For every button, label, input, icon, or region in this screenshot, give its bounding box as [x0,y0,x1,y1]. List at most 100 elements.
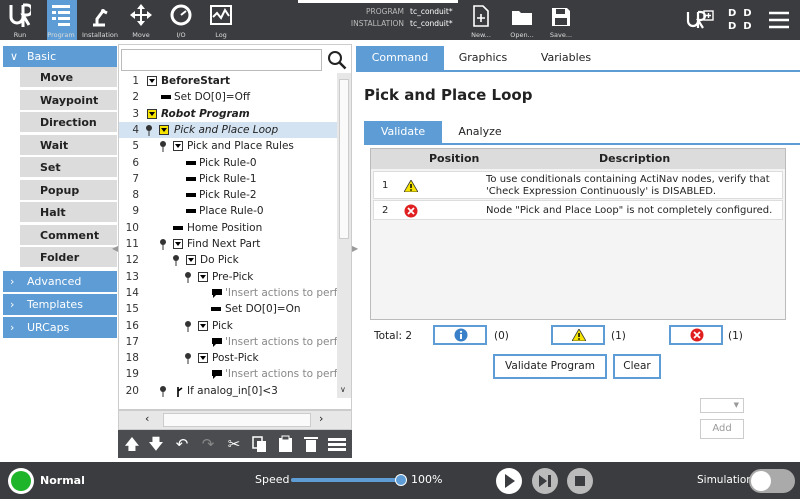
io-gauge-icon [170,4,192,26]
new-file-button[interactable]: New... [465,4,497,40]
tree-row-selected[interactable]: 4 Pick and Place Loop [119,121,351,139]
tree-row[interactable]: 10 Home Position [119,220,351,236]
speed-slider-track[interactable] [291,474,407,486]
category-basic[interactable]: ∨ Basic [3,46,117,67]
cut-scissors-icon[interactable]: ✂ [224,434,244,454]
program-name: tc_conduit* [410,7,453,16]
search-icon[interactable] [325,49,349,71]
node-direction[interactable]: Direction [20,112,117,133]
tree-row[interactable]: 17 'Insert actions to perfo [119,334,351,350]
suppress-node-icon[interactable] [328,436,346,452]
scroll-left-arrow-icon[interactable]: ‹ [145,412,149,425]
tree-row[interactable]: 14 'Insert actions to perfo [119,285,351,301]
save-file-button[interactable]: Save... [545,4,577,40]
scroll-down-arrow-icon[interactable]: ∨ [340,385,346,394]
scroll-right-arrow-icon[interactable]: › [319,412,323,425]
tree-row[interactable]: 5 Pick and Place Rules [119,138,351,154]
node-popup[interactable]: Popup [20,179,117,201]
ur-plus-icon[interactable] [686,10,714,30]
tree-row[interactable]: 9 Place Rule-0 [119,203,351,219]
line-number: 9 [132,205,139,218]
node-bar-icon [186,209,196,214]
move-down-arrow-icon[interactable]: 🡇 [146,434,166,454]
expand-toggle-icon[interactable] [198,353,208,364]
node-bar-icon [186,176,196,181]
tab-graphics[interactable]: Graphics [444,46,522,70]
tree-row[interactable]: 20 If analog_in[0]<3 [119,383,351,398]
table-row[interactable]: 2 Node "Pick and Place Loop" is not comp… [373,200,783,220]
add-button[interactable]: Add [700,419,744,439]
node-wait[interactable]: Wait [20,134,117,156]
tree-search-input[interactable] [121,49,322,71]
info-filter-button[interactable] [433,325,487,345]
nav-log[interactable]: Log [207,0,235,40]
paste-clipboard-icon[interactable] [278,435,294,453]
tree-row[interactable]: 6 Pick Rule-0 [119,155,351,171]
tree-row[interactable]: 19 'Insert actions to perfo [119,366,351,382]
expand-toggle-icon[interactable] [198,271,208,282]
error-filter-button[interactable] [669,325,723,345]
collapse-right-arrow-icon[interactable]: ▶ [352,244,358,256]
redo-icon[interactable]: ↷ [198,434,218,454]
play-button[interactable] [496,468,522,494]
delete-trash-icon[interactable] [304,435,318,453]
tree-row[interactable]: 1 BeforeStart [119,73,351,89]
nav-run[interactable]: Run [6,0,34,40]
undo-icon[interactable]: ↶ [172,434,192,454]
scroll-thumb[interactable] [339,79,349,239]
simulation-toggle[interactable] [749,469,795,493]
clear-button[interactable]: Clear [613,354,661,379]
tree-row[interactable]: 11 Find Next Part [119,236,351,252]
tree-row[interactable]: 12 Do Pick [119,252,351,268]
stop-button[interactable] [567,468,593,494]
nav-program[interactable]: Program [47,0,77,40]
tree-row[interactable]: 3 Robot Program [119,106,351,122]
expand-toggle-icon[interactable] [173,239,183,249]
tree-node-label: Pick Rule-0 [199,156,257,169]
node-waypoint[interactable]: Waypoint [20,89,117,111]
variable-dropdown[interactable]: ▼ [700,398,744,413]
node-folder[interactable]: Folder [20,247,117,268]
scroll-thumb[interactable] [163,413,311,427]
expand-toggle-icon[interactable] [147,76,157,86]
category-urcaps[interactable]: › URCaps [3,317,117,338]
open-file-button[interactable]: Open... [506,4,538,40]
expand-toggle-warning-icon[interactable] [147,108,157,119]
tree-vertical-scrollbar[interactable]: ∨ [337,73,351,398]
tree-row[interactable]: 8 Pick Rule-2 [119,187,351,203]
node-comment[interactable]: Comment [20,224,117,246]
node-move[interactable]: Move [20,67,117,88]
expand-toggle-icon[interactable] [198,320,208,331]
tree-node-label: Set DO[0]=Off [174,91,251,104]
category-templates[interactable]: › Templates [3,294,117,315]
tree-row[interactable]: 13 Pre-Pick [119,269,351,285]
expand-toggle-icon[interactable] [173,141,183,152]
speed-slider-knob[interactable] [395,474,407,486]
move-up-arrow-icon[interactable]: 🡅 [122,434,142,454]
copy-icon[interactable] [252,436,268,453]
tree-row[interactable]: 18 Post-Pick [119,350,351,366]
hamburger-menu-icon[interactable] [768,10,790,30]
validate-program-button[interactable]: Validate Program [493,354,607,379]
expand-toggle-icon[interactable] [186,255,196,266]
step-button[interactable] [532,468,558,494]
table-row[interactable]: 1 To use conditionals containing ActiNav… [373,171,783,199]
expand-toggle-warning-icon[interactable] [159,124,169,135]
tab-variables[interactable]: Variables [526,46,606,70]
warning-filter-button[interactable] [551,325,605,345]
nav-installation[interactable]: Installation [82,0,118,40]
tree-row[interactable]: 2 Set DO[0]=Off [119,89,351,105]
category-advanced[interactable]: › Advanced [3,271,117,292]
robot-status-button[interactable] [8,468,34,494]
node-halt[interactable]: Halt [20,202,117,223]
tab-command[interactable]: Command [356,46,444,70]
nav-io[interactable]: I/O [167,0,195,40]
node-set[interactable]: Set [20,157,117,178]
tree-row[interactable]: 16 Pick [119,318,351,334]
tree-horizontal-scrollbar[interactable]: ‹ › [118,410,352,430]
tree-row[interactable]: 15 Set DO[0]=On [119,301,351,317]
nav-move[interactable]: Move [127,0,155,40]
tab-analyze[interactable]: Analyze [444,121,516,143]
tree-row[interactable]: 7 Pick Rule-1 [119,171,351,187]
tab-validate[interactable]: Validate [364,121,442,143]
